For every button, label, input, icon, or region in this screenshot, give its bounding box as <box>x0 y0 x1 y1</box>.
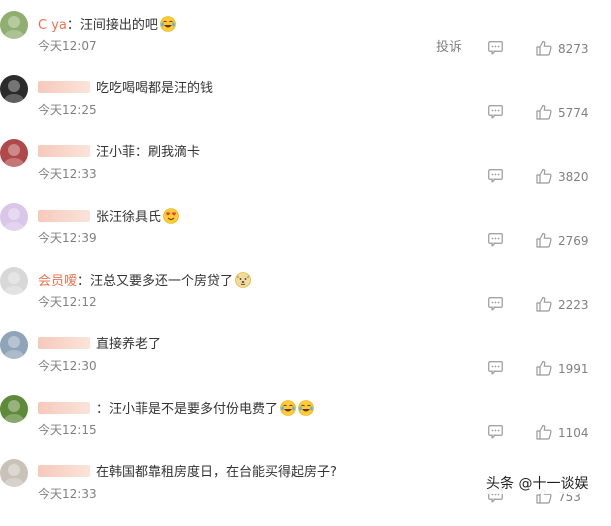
emoji-group <box>158 16 176 33</box>
timestamp: 今天12:33 <box>38 167 97 181</box>
comment-item-3: 汪小菲：刷我滴卡 今天12:33 3820 <box>0 139 611 206</box>
username[interactable] <box>38 210 90 222</box>
timestamp: 今天12:30 <box>38 359 97 373</box>
timestamp: 今天12:12 <box>38 295 97 309</box>
avatar-image <box>0 11 28 39</box>
laugh-cry-emoji-icon <box>298 400 314 416</box>
comment-text: 汪小菲是不是要多付份电费了 <box>109 402 279 417</box>
separator: ： <box>96 402 110 417</box>
comment-line: ：汪小菲是不是要多付份电费了 <box>38 400 314 419</box>
comment-line: 汪小菲：刷我滴卡 <box>38 144 200 162</box>
thumbs-up-icon[interactable] <box>536 168 552 184</box>
comment-line: 张汪徐具氏 <box>38 208 179 227</box>
thumbs-up-icon[interactable] <box>536 40 552 56</box>
like-count: 1991 <box>558 362 589 376</box>
emoji-group <box>278 400 314 417</box>
comment-text: 张汪徐具氏 <box>96 210 162 225</box>
avatar[interactable] <box>0 395 28 423</box>
emoji-group <box>233 272 251 289</box>
like-count: 3820 <box>558 170 589 184</box>
comment-text: 汪间接出的吧 <box>79 18 158 33</box>
username[interactable] <box>38 402 90 414</box>
reply-icon[interactable] <box>488 425 503 439</box>
reply-icon[interactable] <box>488 361 503 375</box>
comment-actions: 2223 <box>430 296 611 312</box>
comment-line: 吃吃喝喝都是汪的钱 <box>38 80 213 98</box>
heart-eyes-emoji-icon <box>163 208 179 224</box>
reply-icon[interactable] <box>488 169 503 183</box>
comment-item-1: C ya：汪间接出的吧 今天12:07 投诉 8273 <box>0 11 611 78</box>
username[interactable]: C ya <box>38 18 67 33</box>
like-count: 1104 <box>558 426 589 440</box>
comment-actions: 1991 <box>430 360 611 376</box>
comment-text: 直接养老了 <box>96 337 162 352</box>
comment-text: 吃吃喝喝都是汪的钱 <box>96 81 214 96</box>
avatar[interactable] <box>0 11 28 39</box>
timestamp: 今天12:39 <box>38 231 97 245</box>
comment-item-4: 张汪徐具氏 今天12:39 2769 <box>0 203 611 270</box>
avatar[interactable] <box>0 75 28 103</box>
comment-item-2: 吃吃喝喝都是汪的钱 今天12:25 5774 <box>0 75 611 142</box>
username[interactable] <box>38 337 90 349</box>
comment-line: C ya：汪间接出的吧 <box>38 16 176 35</box>
avatar[interactable] <box>0 267 28 295</box>
comment-text: 汪总又要多还一个房贷了 <box>90 274 234 289</box>
emoji-group <box>161 208 179 225</box>
thumbs-up-icon[interactable] <box>536 360 552 376</box>
avatar-image <box>0 459 28 487</box>
avatar[interactable] <box>0 203 28 231</box>
thumbs-up-icon[interactable] <box>536 424 552 440</box>
username[interactable]: 会员嗳 <box>38 274 77 289</box>
comment-actions: 3820 <box>430 168 611 184</box>
reply-icon[interactable] <box>488 41 503 55</box>
avatar-image <box>0 139 28 167</box>
username[interactable] <box>38 145 90 157</box>
laugh-cry-emoji-icon <box>280 400 296 416</box>
username[interactable] <box>38 81 90 93</box>
comment-text: 汪小菲：刷我滴卡 <box>96 145 201 160</box>
avatar[interactable] <box>0 459 28 487</box>
separator: ： <box>66 18 80 33</box>
username[interactable] <box>38 465 90 477</box>
like-count: 2769 <box>558 234 589 248</box>
reply-icon[interactable] <box>488 297 503 311</box>
timestamp: 今天12:15 <box>38 423 97 437</box>
avatar[interactable] <box>0 331 28 359</box>
comment-text: 在韩国都靠租房度日，在台能买得起房子? <box>96 465 337 480</box>
report-button[interactable]: 投诉 <box>436 40 462 56</box>
thumbs-up-icon[interactable] <box>536 232 552 248</box>
comment-item-5: 会员嗳：汪总又要多还一个房贷了 今天12:12 2223 <box>0 267 611 334</box>
comment-actions: 5774 <box>430 104 611 120</box>
like-count: 8273 <box>558 42 589 56</box>
reply-icon[interactable] <box>488 233 503 247</box>
comment-item-8: 在韩国都靠租房度日，在台能买得起房子? 今天12:33 753 <box>0 459 611 526</box>
doge-emoji-icon <box>235 272 251 288</box>
comment-actions: 1104 <box>430 424 611 440</box>
comment-actions: 2769 <box>430 232 611 248</box>
avatar-image <box>0 395 28 423</box>
avatar-image <box>0 267 28 295</box>
separator: ： <box>77 274 91 289</box>
timestamp: 今天12:07 <box>38 39 97 53</box>
comment-item-6: 直接养老了 今天12:30 1991 <box>0 331 611 398</box>
like-count: 2223 <box>558 298 589 312</box>
comment-line: 会员嗳：汪总又要多还一个房贷了 <box>38 272 251 291</box>
watermark: 头条 @十一谈娱 <box>486 474 593 494</box>
avatar-image <box>0 203 28 231</box>
avatar-image <box>0 331 28 359</box>
like-count: 5774 <box>558 106 589 120</box>
thumbs-up-icon[interactable] <box>536 296 552 312</box>
comment-line: 直接养老了 <box>38 336 161 354</box>
comment-item-7: ：汪小菲是不是要多付份电费了 今天12:15 1104 <box>0 395 611 462</box>
comment-line: 在韩国都靠租房度日，在台能买得起房子? <box>38 464 337 482</box>
avatar-image <box>0 75 28 103</box>
thumbs-up-icon[interactable] <box>536 104 552 120</box>
avatar[interactable] <box>0 139 28 167</box>
reply-icon[interactable] <box>488 105 503 119</box>
timestamp: 今天12:25 <box>38 103 97 117</box>
laugh-cry-emoji-icon <box>160 16 176 32</box>
timestamp: 今天12:33 <box>38 487 97 501</box>
comment-actions: 投诉 8273 <box>430 40 611 56</box>
